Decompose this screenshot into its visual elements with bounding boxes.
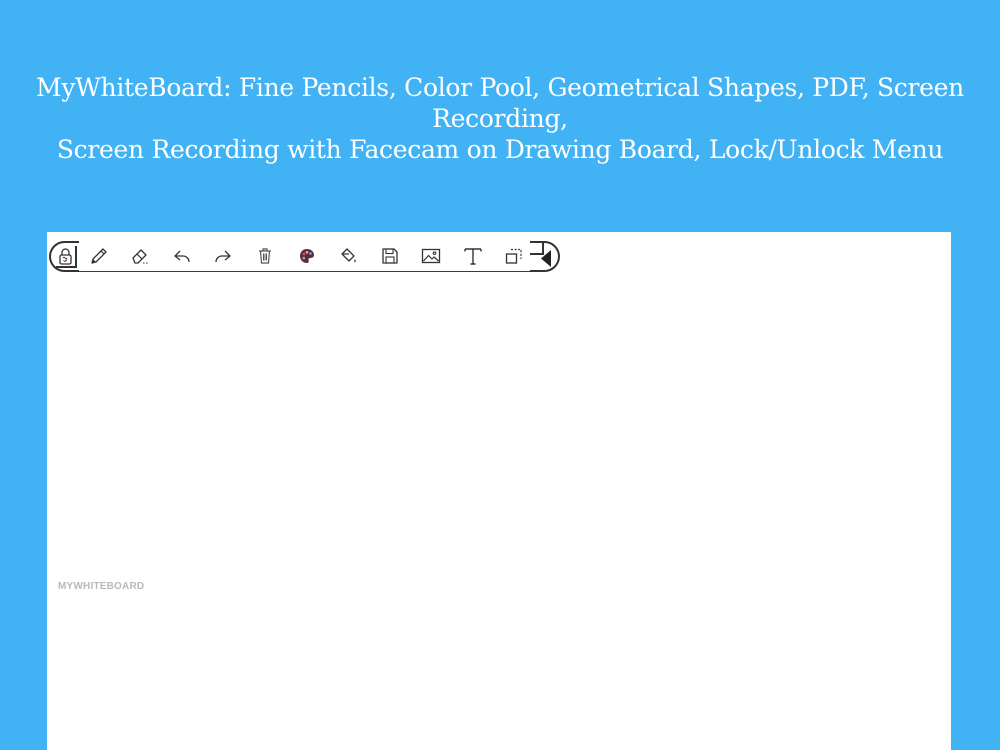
promo-caption: MyWhiteBoard: Fine Pencils, Color Pool, … — [0, 72, 1000, 165]
promo-caption-line-2: Screen Recording with Facecam on Drawing… — [56, 135, 944, 164]
promo-caption-line-1: MyWhiteBoard: Fine Pencils, Color Pool, … — [36, 73, 964, 133]
trash-icon — [259, 248, 271, 264]
insert-image-button[interactable] — [418, 244, 444, 268]
undo-icon — [174, 250, 190, 263]
save-button[interactable] — [377, 244, 403, 268]
fill-bucket-button[interactable] — [335, 244, 361, 268]
drawing-toolbar — [49, 241, 560, 275]
lock-icon — [59, 248, 72, 265]
canvas-watermark: MYWHITEBOARD — [58, 581, 145, 592]
paint-bucket-icon — [341, 248, 356, 263]
crop-tool-button[interactable] — [501, 244, 527, 268]
pencil-icon — [91, 248, 107, 264]
pencil-tool-button[interactable] — [86, 244, 112, 268]
color-pool-button[interactable] — [294, 244, 320, 268]
redo-button[interactable] — [210, 244, 236, 268]
collapse-menu-button[interactable] — [530, 241, 560, 272]
redo-icon — [215, 250, 231, 263]
crop-icon — [505, 248, 522, 264]
eraser-tool-button[interactable] — [127, 244, 153, 268]
color-palette-icon — [300, 249, 314, 263]
whiteboard-screen: MYWHITEBOARD — [47, 232, 951, 750]
lock-menu-button[interactable] — [49, 241, 79, 272]
text-tool-button[interactable] — [460, 244, 486, 268]
text-icon — [464, 248, 482, 265]
clear-board-button[interactable] — [252, 244, 278, 268]
save-icon — [382, 248, 398, 264]
image-icon — [421, 248, 441, 264]
collapse-menu-icon — [541, 250, 551, 267]
undo-button[interactable] — [169, 244, 195, 268]
eraser-icon — [132, 249, 148, 264]
